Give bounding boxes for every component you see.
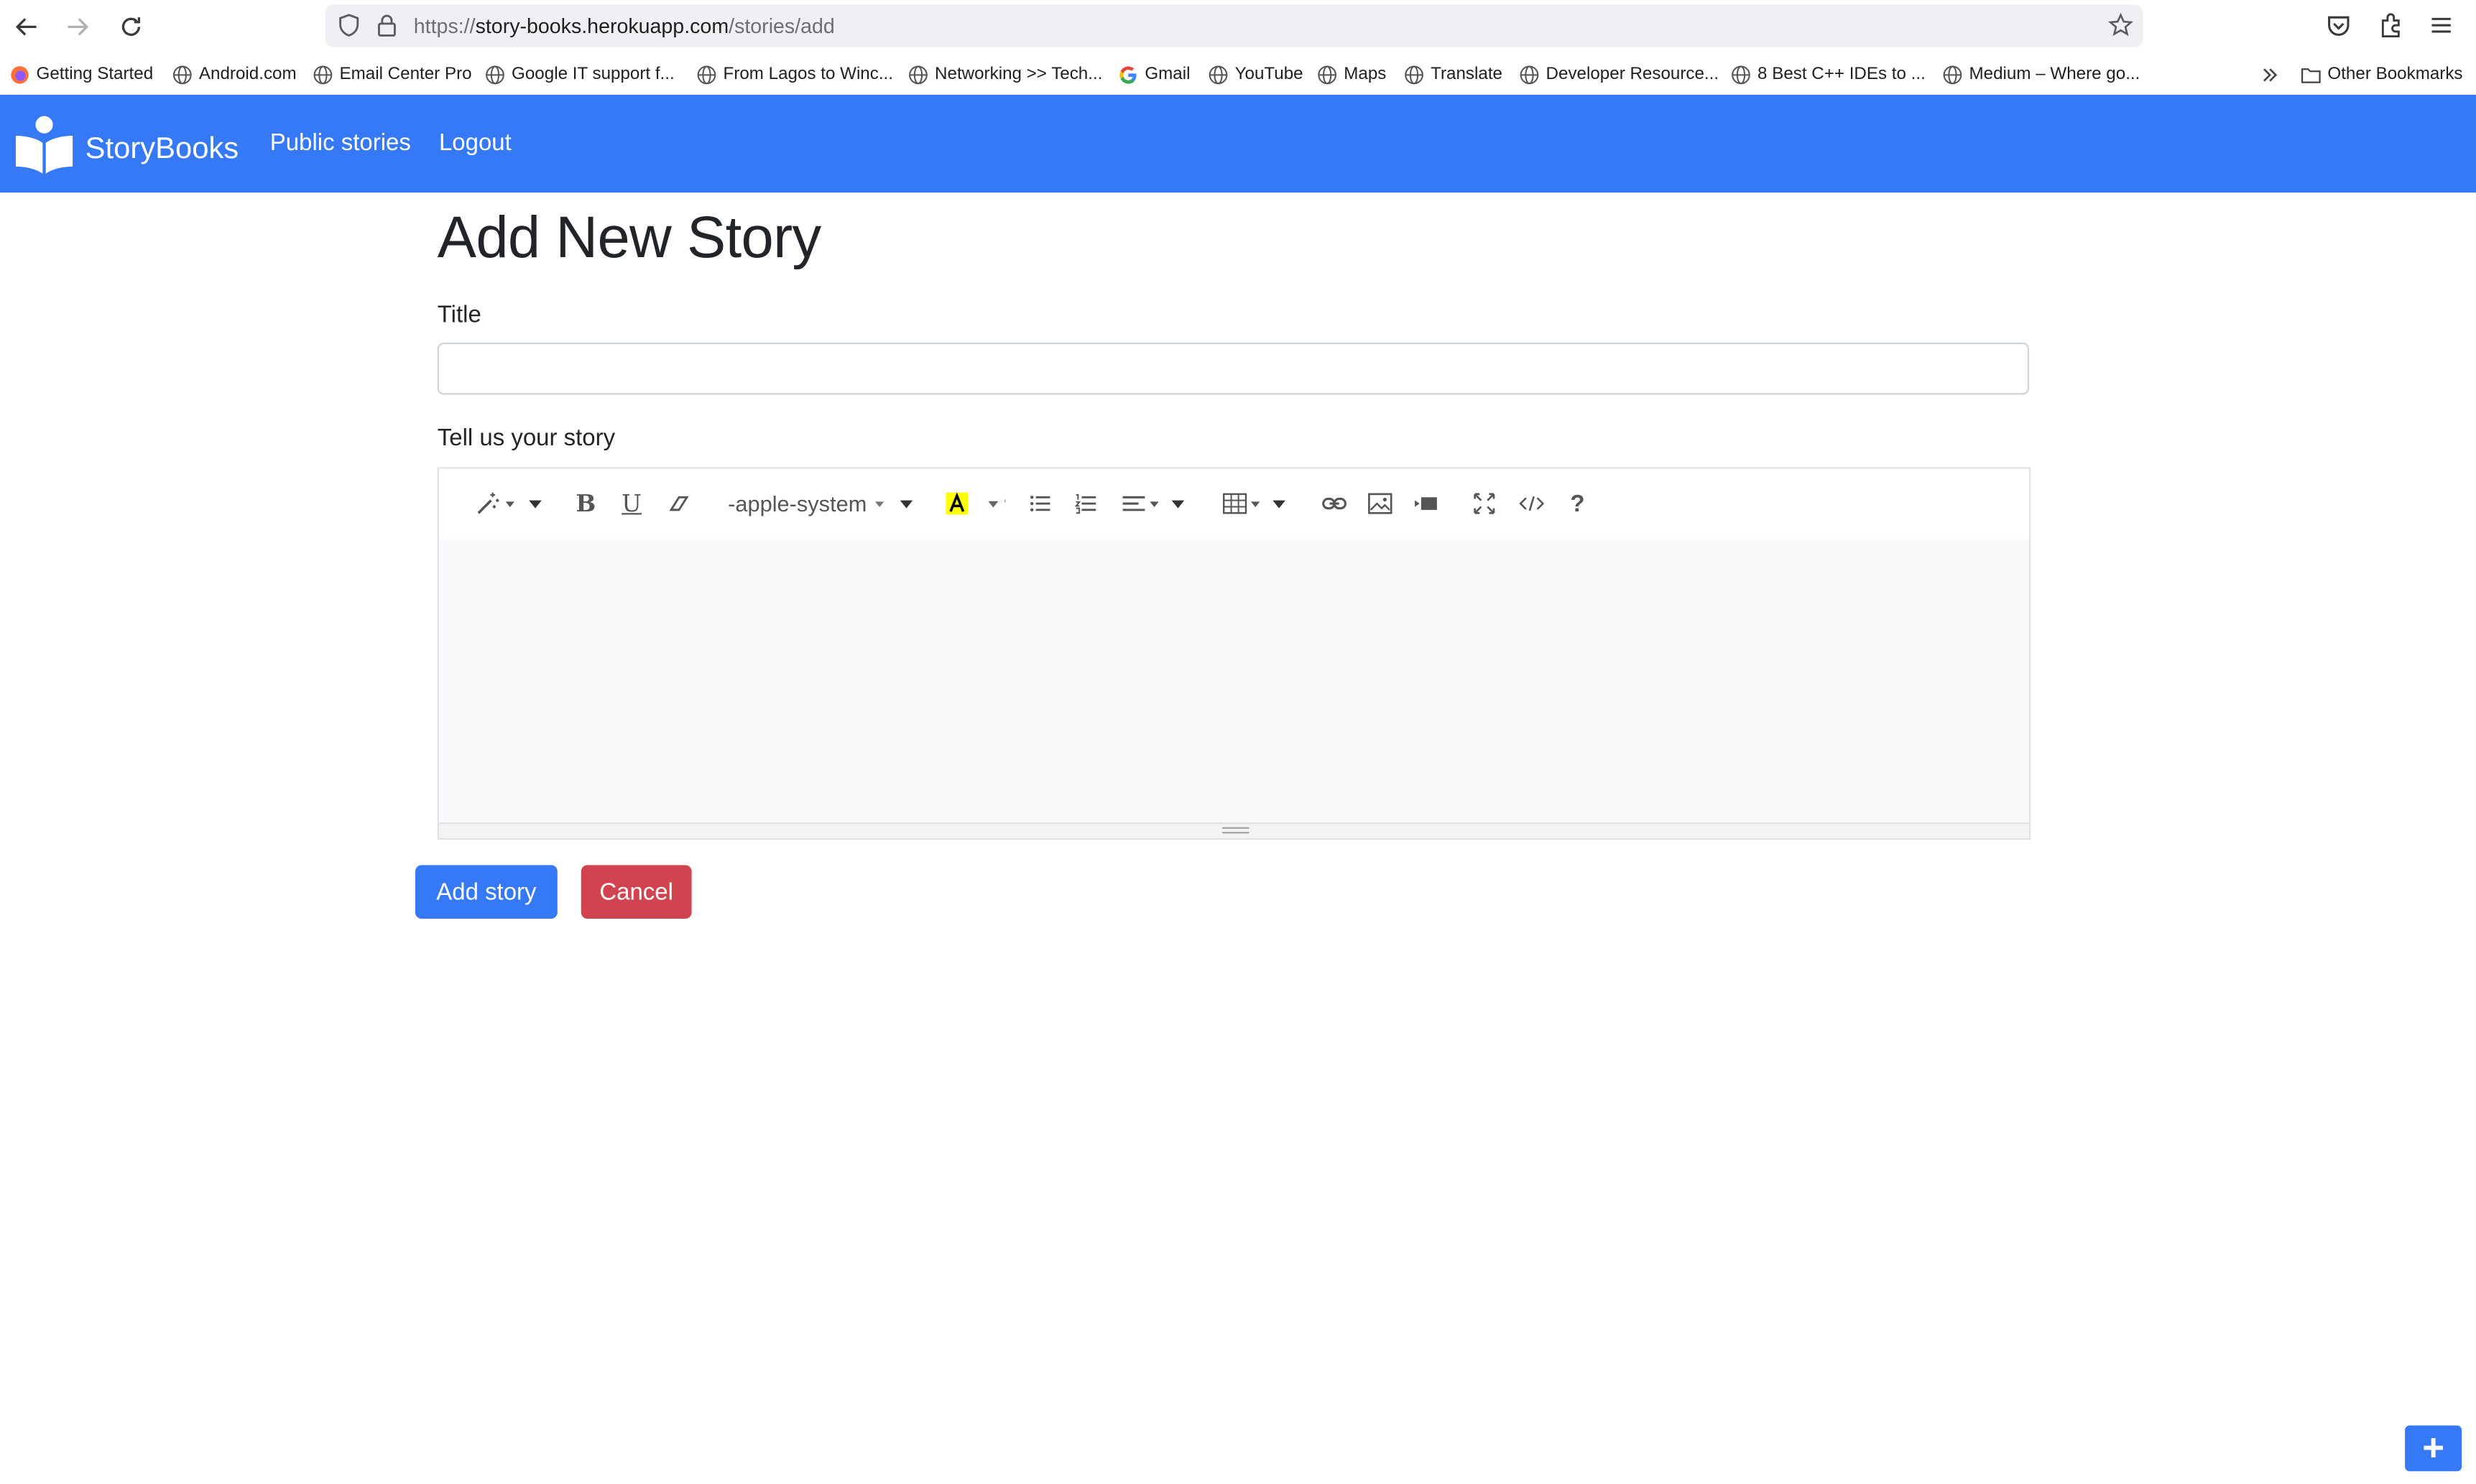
bookmark-item[interactable]: Android.com bbox=[172, 62, 297, 87]
bookmark-label: Networking >> Tech... bbox=[935, 65, 1103, 84]
pocket-icon[interactable] bbox=[2324, 11, 2353, 40]
font-family-value: -apple-system bbox=[728, 491, 867, 516]
video-icon[interactable] bbox=[1413, 488, 1438, 519]
magic-wand-icon bbox=[477, 492, 499, 514]
ordered-list-icon[interactable] bbox=[1073, 488, 1099, 519]
bookmark-item[interactable]: From Lagos to Winc... bbox=[696, 62, 893, 87]
url-scheme: https:// bbox=[413, 14, 476, 38]
bookmark-label: From Lagos to Winc... bbox=[723, 65, 894, 84]
menu-icon[interactable] bbox=[2427, 11, 2456, 40]
google-icon bbox=[1119, 65, 1137, 83]
globe-icon bbox=[1405, 65, 1423, 84]
shield-icon[interactable] bbox=[336, 13, 361, 38]
bookmark-label: Email Center Pro bbox=[339, 65, 472, 84]
bookmark-label: Gmail bbox=[1145, 65, 1191, 84]
globe-icon bbox=[486, 65, 504, 84]
editor-resize-bar[interactable] bbox=[438, 822, 2030, 838]
globe-icon bbox=[313, 65, 333, 84]
text-color-dropdown[interactable]: ' bbox=[984, 488, 1009, 519]
app-navbar: StoryBooks Public stories Logout bbox=[0, 94, 2476, 193]
url-bar[interactable]: https://story-books.herokuapp.com/storie… bbox=[325, 4, 2143, 47]
bookmark-item[interactable]: Getting Started bbox=[9, 62, 153, 87]
code-view-icon[interactable] bbox=[1518, 488, 1546, 519]
url-host: story-books.herokuapp.com bbox=[475, 14, 729, 38]
bookmark-label: Google IT support f... bbox=[512, 65, 675, 84]
table-dropdown[interactable] bbox=[1221, 488, 1287, 519]
align-left-icon bbox=[1122, 496, 1145, 511]
nav-public-stories[interactable]: Public stories bbox=[270, 129, 411, 156]
resize-grip-icon[interactable] bbox=[1222, 827, 1249, 834]
paragraph-align-dropdown[interactable] bbox=[1119, 488, 1186, 519]
folder-icon bbox=[2301, 68, 2321, 83]
eraser-icon[interactable] bbox=[666, 488, 691, 519]
unordered-list-icon[interactable] bbox=[1028, 488, 1053, 519]
globe-icon bbox=[1943, 65, 1962, 84]
bookmark-item[interactable]: Translate bbox=[1404, 62, 1502, 87]
globe-icon bbox=[1318, 65, 1337, 84]
bookmark-label: Translate bbox=[1431, 65, 1503, 84]
page-title: Add New Story bbox=[437, 205, 821, 270]
add-fab-button[interactable]: + bbox=[2405, 1425, 2462, 1472]
bookmark-item[interactable]: Medium – Where go... bbox=[1942, 62, 2140, 87]
bookmark-item[interactable]: Maps bbox=[1317, 62, 1386, 87]
editor-toolbar: B U -apple-system ' ? bbox=[438, 468, 2030, 540]
browser-toolbar: https://story-books.herokuapp.com/storie… bbox=[0, 0, 2476, 54]
title-input[interactable] bbox=[437, 342, 2030, 395]
globe-icon bbox=[1209, 65, 1228, 84]
url-path: /stories/add bbox=[729, 14, 835, 38]
style-dropdown[interactable] bbox=[472, 488, 545, 519]
bookmark-label: Developer Resource... bbox=[1546, 65, 1719, 84]
globe-icon bbox=[172, 65, 192, 84]
globe-icon bbox=[697, 65, 716, 84]
bookmark-label: Getting Started bbox=[36, 65, 154, 84]
brand-name: StoryBooks bbox=[85, 132, 239, 166]
reload-icon[interactable] bbox=[114, 9, 148, 44]
title-label: Title bbox=[437, 301, 481, 329]
globe-icon bbox=[909, 65, 928, 84]
bold-icon[interactable]: B bbox=[573, 488, 599, 519]
fullscreen-icon[interactable] bbox=[1472, 488, 1497, 519]
forward-icon[interactable] bbox=[60, 9, 95, 44]
underline-icon[interactable]: U bbox=[619, 488, 644, 519]
star-icon[interactable] bbox=[2107, 12, 2134, 38]
bookmark-item[interactable]: YouTube bbox=[1208, 62, 1303, 87]
bookmark-item[interactable]: Developer Resource... bbox=[1519, 62, 1719, 87]
brand-link[interactable]: StoryBooks bbox=[13, 112, 239, 175]
page-root: https://story-books.herokuapp.com/storie… bbox=[0, 0, 2476, 1484]
other-bookmarks[interactable]: Other Bookmarks bbox=[2301, 62, 2463, 87]
rich-text-editor: B U -apple-system ' ? bbox=[437, 467, 2031, 840]
bookmark-item[interactable]: Networking >> Tech... bbox=[908, 62, 1103, 87]
extensions-icon[interactable] bbox=[2377, 11, 2406, 40]
bookmark-item[interactable]: Gmail bbox=[1118, 62, 1191, 87]
globe-icon bbox=[1520, 65, 1539, 84]
bookmark-label: Android.com bbox=[198, 65, 297, 84]
story-label: Tell us your story bbox=[437, 425, 616, 452]
table-icon bbox=[1223, 493, 1247, 514]
image-icon[interactable] bbox=[1367, 488, 1392, 519]
book-reader-icon bbox=[15, 116, 73, 174]
cancel-button[interactable]: Cancel bbox=[581, 865, 692, 919]
bookmark-item[interactable]: Google IT support f... bbox=[485, 62, 675, 87]
help-icon[interactable]: ? bbox=[1565, 488, 1590, 519]
url-text: https://story-books.herokuapp.com/storie… bbox=[414, 14, 835, 38]
firefox-icon bbox=[11, 65, 29, 83]
other-bookmarks-label: Other Bookmarks bbox=[2327, 65, 2463, 84]
globe-icon bbox=[1732, 65, 1750, 84]
back-icon[interactable] bbox=[9, 9, 44, 44]
bookmark-label: YouTube bbox=[1234, 65, 1303, 84]
font-family-dropdown[interactable]: -apple-system bbox=[728, 488, 914, 519]
text-color-icon[interactable] bbox=[944, 488, 969, 519]
bookmarks-bar: Getting Started Android.com Email Center… bbox=[0, 53, 2476, 97]
link-icon[interactable] bbox=[1321, 488, 1346, 519]
bookmarks-overflow-icon[interactable] bbox=[2260, 62, 2286, 87]
story-editor-area[interactable] bbox=[438, 539, 2030, 827]
bookmark-item[interactable]: Email Center Pro bbox=[313, 62, 472, 87]
add-story-button[interactable]: Add story bbox=[415, 865, 558, 919]
bookmark-label: Medium – Where go... bbox=[1969, 65, 2140, 84]
nav-logout[interactable]: Logout bbox=[439, 129, 512, 156]
lock-icon[interactable] bbox=[374, 13, 399, 38]
bookmark-label: 8 Best C++ IDEs to ... bbox=[1757, 65, 1926, 84]
bookmark-item[interactable]: 8 Best C++ IDEs to ... bbox=[1731, 62, 1926, 87]
bookmark-label: Maps bbox=[1344, 65, 1387, 84]
